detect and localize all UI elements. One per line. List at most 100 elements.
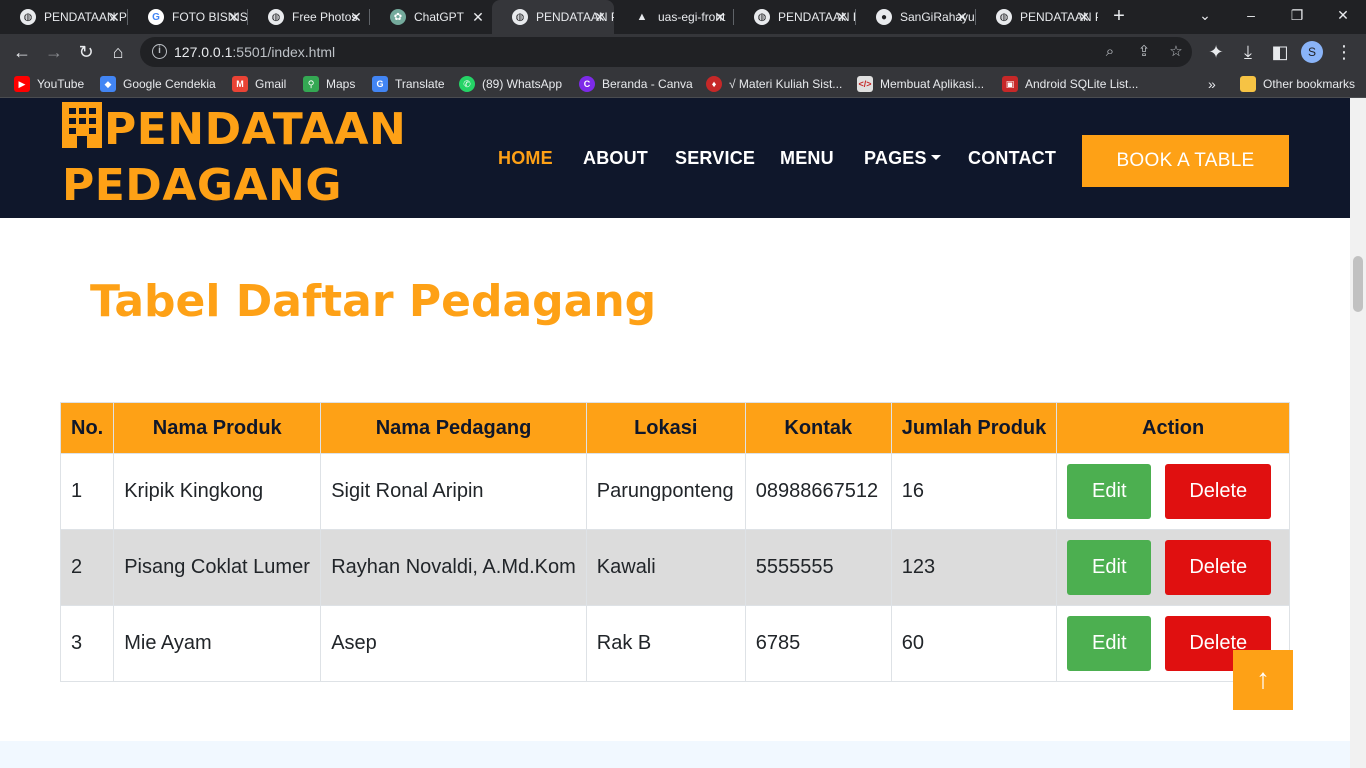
- tab-search-icon[interactable]: ⌄: [1182, 0, 1228, 30]
- nav-menu[interactable]: MENU: [780, 148, 834, 174]
- bookmark-membuat[interactable]: </> Membuat Aplikasi...: [857, 75, 984, 93]
- cell-kontak: 08988667512: [744, 453, 892, 530]
- table-row: 3 Mie Ayam Asep Rak B 6785 60 Edit Delete: [59, 605, 1290, 682]
- brand-line-2: PEDAGANG: [62, 160, 342, 211]
- nav-pages[interactable]: PAGES: [864, 148, 941, 174]
- close-icon[interactable]: ✕: [954, 9, 970, 25]
- bookmark-scholar[interactable]: ◆ Google Cendekia: [100, 75, 216, 93]
- cell-produk: Kripik Kingkong: [113, 453, 322, 530]
- bookmark-label: Android SQLite List...: [1025, 77, 1139, 91]
- close-icon[interactable]: ✕: [592, 9, 608, 25]
- edit-button[interactable]: Edit: [1067, 464, 1152, 519]
- restore-icon[interactable]: ❐: [1274, 0, 1320, 30]
- bookmark-translate[interactable]: G Translate: [372, 75, 445, 93]
- youtube-icon: ▶: [14, 76, 30, 92]
- bookmarks-overflow-icon[interactable]: »: [1208, 75, 1216, 93]
- edit-button[interactable]: Edit: [1067, 616, 1152, 671]
- delete-button[interactable]: Delete: [1165, 464, 1272, 519]
- browser-tab[interactable]: ◍ PENDATAAN PEDAGANG ✕: [0, 0, 128, 34]
- cell-no: 3: [59, 605, 115, 682]
- maps-icon: ⚲: [303, 76, 319, 92]
- scrollbar-thumb[interactable]: [1353, 256, 1363, 312]
- arrow-up-icon: ↑: [1256, 663, 1270, 694]
- cell-kontak: 5555555: [744, 529, 892, 606]
- cell-lokasi: Parungponteng: [585, 453, 746, 530]
- browser-tab[interactable]: G FOTO BISNIS ✕: [128, 0, 248, 34]
- forward-icon[interactable]: →: [42, 40, 66, 64]
- cell-produk: Pisang Coklat Lumer: [113, 529, 322, 606]
- browser-tab-strip: ◍ PENDATAAN PEDAGANG ✕ G FOTO BISNIS ✕ ◍…: [0, 0, 1366, 34]
- column-header: Kontak: [744, 402, 892, 454]
- extensions-icon[interactable]: ✦: [1204, 40, 1228, 64]
- close-icon[interactable]: ✕: [470, 9, 486, 25]
- bookmark-whatsapp[interactable]: ✆ (89) WhatsApp: [459, 75, 562, 93]
- close-icon[interactable]: ✕: [712, 9, 728, 25]
- globe-icon: ◍: [512, 9, 528, 25]
- close-window-icon[interactable]: ✕: [1320, 0, 1366, 30]
- nav-contact[interactable]: CONTACT: [968, 148, 1056, 174]
- bookmark-canva[interactable]: C Beranda - Canva: [579, 75, 693, 93]
- table-header-row: No. Nama Produk Nama Pedagang Lokasi Kon…: [59, 402, 1290, 454]
- github-icon: ●: [876, 9, 892, 25]
- close-icon[interactable]: ✕: [1076, 9, 1092, 25]
- browser-tab[interactable]: ◍ PENDATAAN PEDAGANG ✕: [976, 0, 1098, 34]
- close-icon[interactable]: ✕: [348, 9, 364, 25]
- bookmark-youtube[interactable]: ▶ YouTube: [14, 75, 84, 93]
- home-icon[interactable]: ⌂: [106, 40, 130, 64]
- delete-button[interactable]: Delete: [1165, 540, 1272, 595]
- bookmark-maps[interactable]: ⚲ Maps: [303, 75, 355, 93]
- book-table-button[interactable]: BOOK A TABLE: [1082, 135, 1289, 187]
- zoom-icon[interactable]: ⌕: [1100, 42, 1120, 62]
- canva-icon: C: [579, 76, 595, 92]
- back-icon[interactable]: ←: [10, 40, 34, 64]
- bookmark-label: (89) WhatsApp: [482, 77, 563, 91]
- brand-line-1: PENDATAAN: [104, 104, 407, 155]
- new-tab-icon[interactable]: +: [1108, 5, 1130, 27]
- table-row: 2 Pisang Coklat Lumer Rayhan Novaldi, A.…: [59, 529, 1290, 606]
- site-info-icon[interactable]: i: [152, 44, 167, 59]
- bookmark-android[interactable]: ▣ Android SQLite List...: [1002, 75, 1138, 93]
- bookmark-materi[interactable]: ♦ √ Materi Kuliah Sist...: [706, 75, 842, 93]
- menu-kebab-icon[interactable]: ⋮: [1332, 40, 1356, 64]
- back-to-top-button[interactable]: ↑: [1233, 650, 1293, 710]
- nav-service[interactable]: SERVICE: [675, 148, 755, 174]
- minimize-icon[interactable]: –: [1228, 0, 1274, 30]
- reload-icon[interactable]: ↻: [74, 40, 98, 64]
- web-page: PENDATAAN PEDAGANG HOME ABOUT SERVICE ME…: [0, 98, 1350, 768]
- share-icon[interactable]: ⇪: [1134, 42, 1154, 62]
- nav-about[interactable]: ABOUT: [583, 148, 648, 174]
- nav-home[interactable]: HOME: [498, 148, 553, 174]
- close-icon[interactable]: ✕: [834, 9, 850, 25]
- pin-icon: ♦: [706, 76, 722, 92]
- address-bar[interactable]: i 127.0.0.1:5501/index.html ⌕ ⇪ ☆: [140, 37, 1192, 67]
- page-scrollbar[interactable]: [1350, 98, 1366, 768]
- close-icon[interactable]: ✕: [226, 9, 242, 25]
- column-header: Nama Pedagang: [320, 402, 587, 454]
- bookmark-label: √ Materi Kuliah Sist...: [729, 77, 843, 91]
- browser-tab[interactable]: ▲ uas-egi-front ✕: [614, 0, 734, 34]
- profile-avatar[interactable]: S: [1301, 41, 1323, 63]
- cell-no: 1: [59, 453, 115, 530]
- cell-pedagang: Sigit Ronal Aripin: [320, 453, 587, 530]
- column-header: Lokasi: [585, 402, 746, 454]
- browser-tab[interactable]: ◍ PENDATAAN PEDAGANG ✕: [734, 0, 856, 34]
- bookmark-star-icon[interactable]: ☆: [1166, 42, 1186, 62]
- folder-icon: [1240, 76, 1256, 92]
- browser-tab[interactable]: ✿ ChatGPT ✕: [370, 0, 492, 34]
- close-icon[interactable]: ✕: [106, 9, 122, 25]
- download-icon[interactable]: ⤓: [1236, 40, 1260, 64]
- address-url[interactable]: 127.0.0.1:5501/index.html: [174, 44, 335, 60]
- site-brand[interactable]: PENDATAAN PEDAGANG: [62, 102, 406, 214]
- globe-icon: ◍: [996, 9, 1012, 25]
- side-panel-icon[interactable]: ◧: [1268, 40, 1292, 64]
- browser-tab[interactable]: ● SanGiRahayu ✕: [856, 0, 976, 34]
- caret-down-icon: [930, 155, 941, 160]
- browser-tab-active[interactable]: ◍ PENDATAAN PEDAGANG ✕: [492, 0, 614, 34]
- edit-button[interactable]: Edit: [1067, 540, 1152, 595]
- code-icon: </>: [857, 76, 873, 92]
- bookmark-label: Gmail: [255, 77, 287, 91]
- bookmark-gmail[interactable]: M Gmail: [232, 75, 286, 93]
- browser-tab[interactable]: ◍ Free Photos ✕: [248, 0, 370, 34]
- other-bookmarks[interactable]: Other bookmarks: [1240, 75, 1355, 93]
- chatgpt-icon: ✿: [390, 9, 406, 25]
